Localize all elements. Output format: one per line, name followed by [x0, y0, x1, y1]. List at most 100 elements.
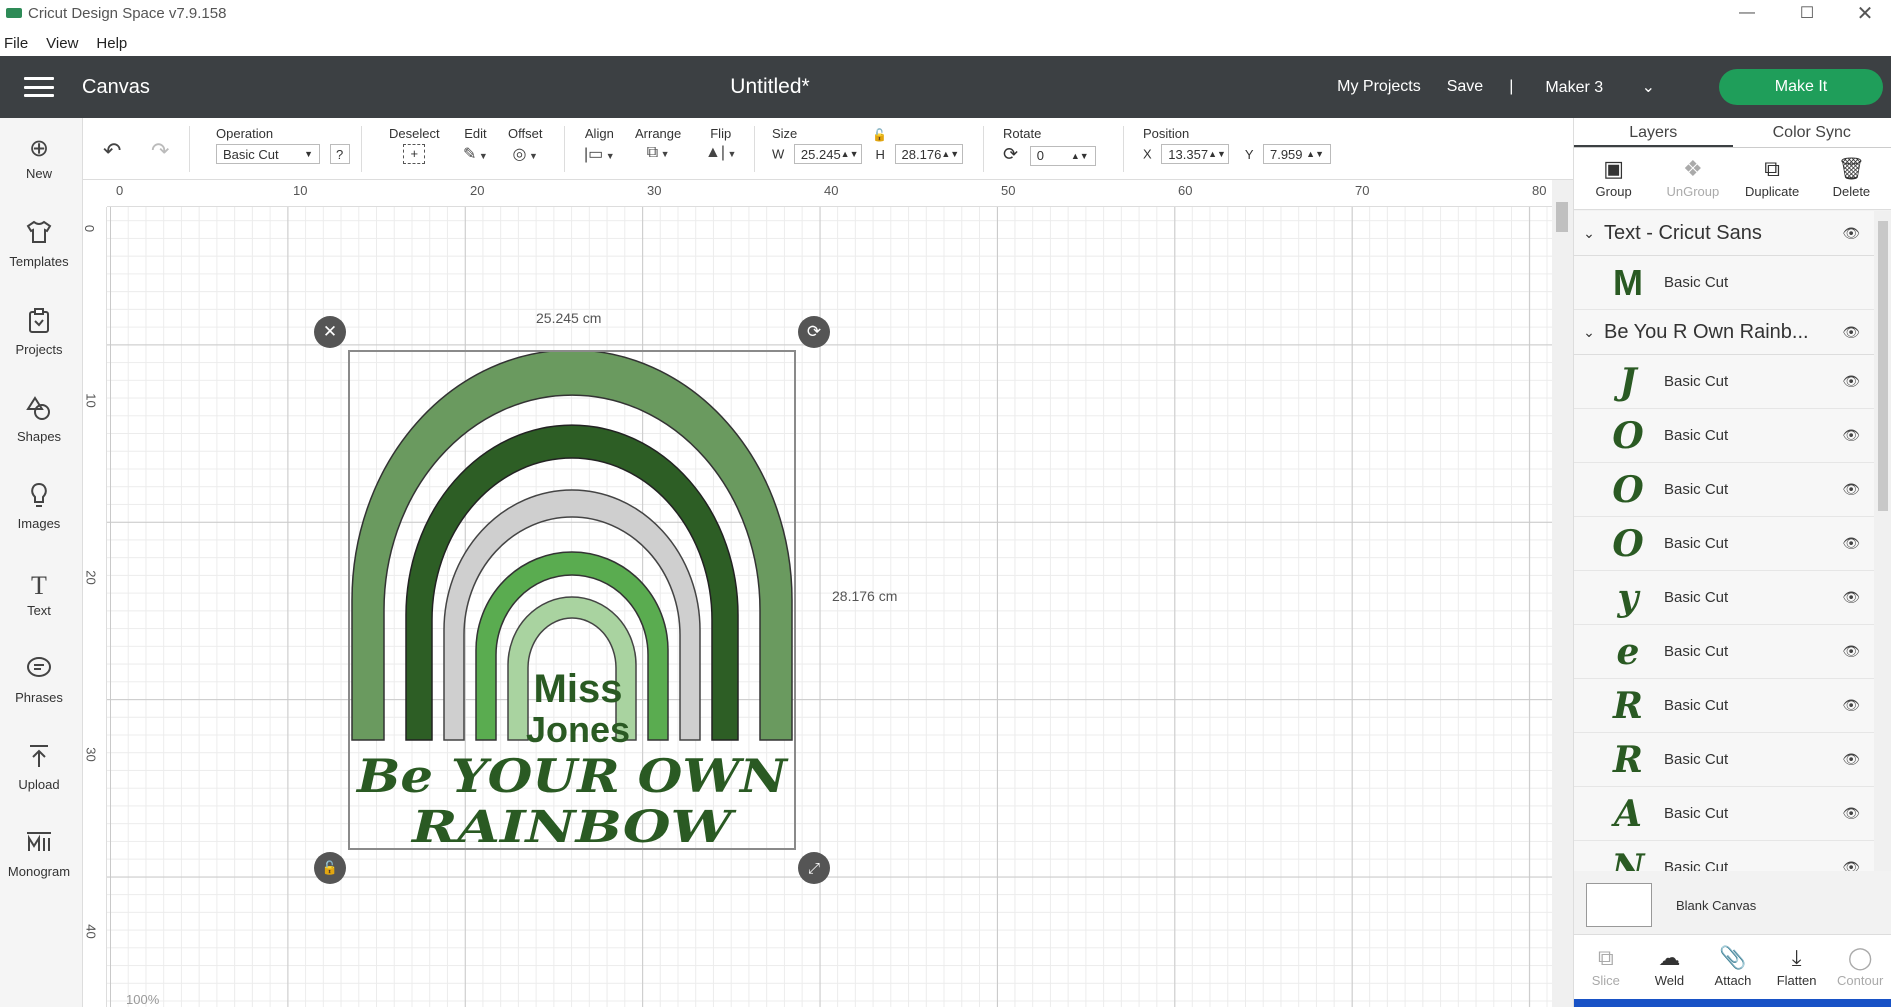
eye-icon[interactable]: 👁 — [1842, 373, 1860, 390]
layer-row[interactable]: M Basic Cut — [1574, 256, 1874, 310]
nav-projects[interactable]: Projects — [0, 308, 78, 357]
nav-images[interactable]: Images — [0, 482, 78, 531]
upload-icon — [0, 743, 78, 777]
nav-monogram[interactable]: Monogram — [0, 830, 78, 879]
flatten-button[interactable]: ⤓ Flatten — [1765, 935, 1829, 1007]
lock-icon[interactable]: 🔓 — [872, 128, 887, 142]
layers-scrollbar[interactable] — [1874, 211, 1891, 871]
weld-icon: ☁ — [1658, 945, 1681, 970]
menu-help[interactable]: Help — [96, 35, 127, 52]
contour-button[interactable]: ◯ Contour — [1828, 935, 1891, 1007]
layer-row[interactable]: R Basic Cut 👁 — [1574, 679, 1874, 733]
align-label: Align — [584, 126, 614, 141]
layer-row[interactable]: O Basic Cut 👁 — [1574, 409, 1874, 463]
save-button[interactable]: Save — [1447, 78, 1483, 96]
undo-icon[interactable]: ↶ — [103, 138, 121, 164]
document-title[interactable]: Untitled* — [0, 75, 1540, 99]
tab-layers[interactable]: Layers — [1574, 118, 1733, 147]
eye-icon[interactable]: 👁 — [1842, 481, 1860, 498]
ruler-left: 0 10 20 30 40 — [82, 207, 107, 1007]
eye-icon[interactable]: 👁 — [1842, 643, 1860, 660]
layer-row[interactable]: O Basic Cut 👁 — [1574, 463, 1874, 517]
operation-select[interactable]: Basic Cut ▼ — [216, 144, 320, 164]
redo-icon[interactable]: ↷ — [151, 138, 169, 164]
align-group[interactable]: Align |▭ ▼ — [584, 126, 615, 164]
delete-button[interactable]: 🗑 Delete — [1812, 148, 1891, 209]
arrange-group[interactable]: Arrange ⧉ ▼ — [635, 126, 681, 162]
eye-icon[interactable]: 👁 — [1842, 697, 1860, 714]
attach-button[interactable]: 📎 Attach — [1701, 935, 1765, 1007]
y-label: Y — [1244, 146, 1254, 162]
my-projects-link[interactable]: My Projects — [1337, 78, 1421, 96]
zoom-level[interactable]: 100% — [126, 992, 159, 1007]
nav-text[interactable]: T Text — [0, 569, 78, 618]
layer-thumbnail: N — [1611, 846, 1645, 872]
nav-label: Text — [27, 603, 51, 618]
layer-row[interactable]: J Basic Cut 👁 — [1574, 355, 1874, 409]
offset-group[interactable]: Offset ◎ ▼ — [508, 126, 542, 164]
menu-view[interactable]: View — [46, 35, 78, 52]
rotate-handle-icon[interactable]: ⟳ — [798, 316, 830, 348]
chevron-down-icon[interactable]: ⌄ — [1574, 225, 1604, 242]
rotate-value: 0 — [1036, 148, 1044, 163]
deselect-group[interactable]: Deselect + — [389, 126, 440, 164]
height-input[interactable]: 28.176 ▲▼ — [894, 144, 963, 164]
width-input[interactable]: 25.245 ▲▼ — [793, 144, 862, 164]
window-titlebar: Cricut Design Space v7.9.158 — [0, 0, 1891, 26]
layer-row[interactable]: O Basic Cut 👁 — [1574, 517, 1874, 571]
edit-group[interactable]: Edit ✎ ▼ — [463, 126, 488, 164]
canvas-color-swatch[interactable] — [1586, 883, 1652, 927]
nav-new[interactable]: ⊕ New — [0, 132, 78, 181]
eye-icon[interactable]: 👁 — [1842, 751, 1860, 768]
layer-row[interactable]: e Basic Cut 👁 — [1574, 625, 1874, 679]
nav-phrases[interactable]: Phrases — [0, 656, 78, 705]
flip-group[interactable]: Flip ▲| ▼ — [705, 126, 736, 162]
close-window-button[interactable]: ✕ — [1840, 0, 1890, 26]
chevron-down-icon[interactable]: ⌄ — [1574, 324, 1604, 341]
layer-row[interactable]: A Basic Cut 👁 — [1574, 787, 1874, 841]
machine-select[interactable]: Maker 3 ⌄ — [1545, 77, 1681, 97]
slice-button[interactable]: ⧉ Slice — [1574, 935, 1638, 1007]
weld-button[interactable]: ☁ Weld — [1638, 935, 1702, 1007]
layer-row[interactable]: R Basic Cut 👁 — [1574, 733, 1874, 787]
edit-label: Edit — [464, 126, 487, 141]
ungroup-button[interactable]: ❖ UnGroup — [1653, 148, 1732, 209]
shapes-icon — [0, 395, 78, 429]
eye-icon[interactable]: 👁 — [1842, 324, 1860, 341]
rotate-input[interactable]: 0 ▲▼ — [1029, 145, 1096, 166]
blank-canvas-row[interactable]: Blank Canvas — [1574, 876, 1891, 934]
pencil-icon: ✎ ▼ — [463, 146, 488, 163]
layer-group-phrase[interactable]: ⌄ Be You R Own Rainb... 👁 — [1574, 310, 1874, 355]
tab-color-sync[interactable]: Color Sync — [1733, 118, 1891, 147]
help-button[interactable]: ? — [329, 144, 350, 164]
x-input[interactable]: 13.357 ▲▼ — [1161, 144, 1230, 164]
nav-templates[interactable]: Templates — [0, 220, 78, 269]
eye-icon[interactable]: 👁 — [1842, 859, 1860, 871]
nav-shapes[interactable]: Shapes — [0, 395, 78, 444]
menu-file[interactable]: File — [4, 35, 28, 52]
x-label: X — [1143, 146, 1152, 162]
lock-handle-icon[interactable]: 🔓 — [314, 852, 346, 884]
canvas-scrollbar[interactable] — [1552, 180, 1573, 1007]
make-it-button[interactable]: Make It — [1719, 69, 1883, 105]
maximize-button[interactable]: ☐ — [1782, 0, 1832, 26]
layer-row[interactable]: N Basic Cut 👁 — [1574, 841, 1874, 871]
layer-group-text[interactable]: ⌄ Text - Cricut Sans 👁 — [1574, 211, 1874, 256]
delete-handle-icon[interactable]: ✕ — [314, 316, 346, 348]
duplicate-button[interactable]: ⧉ Duplicate — [1733, 148, 1812, 209]
eye-icon[interactable]: 👁 — [1842, 805, 1860, 822]
selection-bounding-box[interactable] — [348, 350, 796, 850]
minimize-button[interactable]: — — [1722, 0, 1772, 26]
eye-icon[interactable]: 👁 — [1842, 427, 1860, 444]
layers-list[interactable]: ⌄ Text - Cricut Sans 👁 M Basic Cut ⌄ Be … — [1574, 211, 1874, 871]
height-label: H — [875, 146, 885, 162]
y-input[interactable]: 7.959 ▲▼ — [1262, 144, 1331, 164]
nav-upload[interactable]: Upload — [0, 743, 78, 792]
resize-handle-icon[interactable]: ⤢ — [798, 852, 830, 884]
eye-icon[interactable]: 👁 — [1842, 589, 1860, 606]
eye-icon[interactable]: 👁 — [1842, 225, 1860, 242]
layer-row[interactable]: y Basic Cut 👁 — [1574, 571, 1874, 625]
group-button[interactable]: ▣ Group — [1574, 148, 1653, 209]
flip-label: Flip — [710, 126, 732, 141]
eye-icon[interactable]: 👁 — [1842, 535, 1860, 552]
